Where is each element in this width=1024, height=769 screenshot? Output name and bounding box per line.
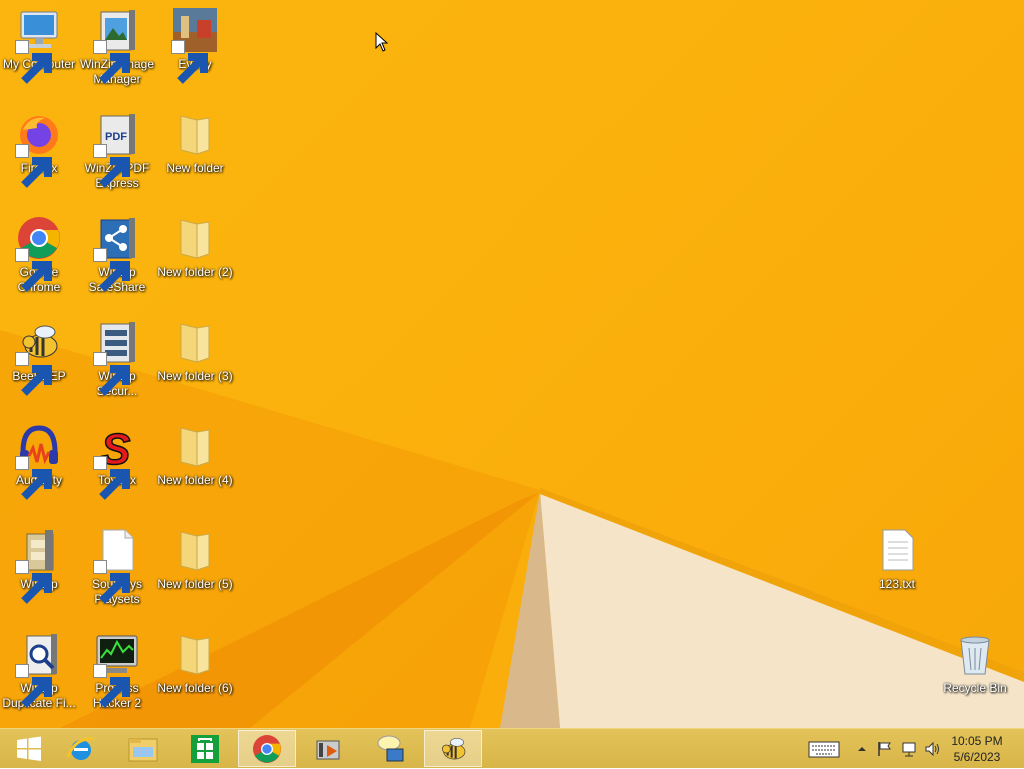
- icon-label: New folder (5): [157, 577, 233, 591]
- evony-icon: [171, 6, 219, 84]
- system-tray: [808, 729, 942, 769]
- chevron-up-icon[interactable]: [854, 741, 870, 757]
- text-file-icon: [873, 526, 921, 574]
- evony-shortcut[interactable]: Evony: [156, 6, 234, 84]
- winzip-shortcut[interactable]: WinZip: [0, 526, 78, 604]
- winzip-pdf-icon: PDF: [93, 110, 141, 188]
- toybox-icon: S: [93, 422, 141, 500]
- recycle-bin-icon: [951, 630, 999, 678]
- recycle-bin[interactable]: Recycle Bin: [936, 630, 1014, 696]
- chrome-button[interactable]: [238, 730, 296, 767]
- chrome-icon: [15, 214, 63, 292]
- google-chrome-shortcut[interactable]: Google Chrome: [0, 214, 78, 295]
- mouse-cursor-icon: [375, 32, 389, 52]
- firefox-icon: [15, 110, 63, 188]
- folder-icon: [171, 422, 219, 470]
- beebeep-button[interactable]: [424, 730, 482, 767]
- winzip-image-manager-shortcut[interactable]: WinZip Image Manager: [78, 6, 156, 87]
- folder-icon: [171, 318, 219, 366]
- icon-label: New folder (2): [157, 265, 233, 279]
- desktop[interactable]: My Computer Firefox Google Chrome BeeBEE…: [0, 0, 1024, 728]
- winzip-icon: [15, 526, 63, 604]
- folder-icon: [171, 526, 219, 574]
- audacity-shortcut[interactable]: Audacity: [0, 422, 78, 500]
- folder-icon: [171, 630, 219, 678]
- icon-label: New folder (6): [157, 681, 233, 695]
- flag-icon[interactable]: [876, 740, 894, 758]
- store-icon: [191, 734, 219, 763]
- new-folder-5[interactable]: New folder (5): [156, 526, 234, 592]
- messenger-icon: [377, 735, 404, 761]
- messenger-button[interactable]: [362, 730, 420, 767]
- winzip-safeshare-icon: [93, 214, 141, 292]
- clock-date: 5/6/2023: [953, 750, 1001, 764]
- toybox-shortcut[interactable]: S Toybox: [78, 422, 156, 500]
- folder-icon: [171, 110, 219, 158]
- process-hacker-shortcut[interactable]: Process Hacker 2: [78, 630, 156, 711]
- beebeep-icon: [442, 737, 466, 759]
- winzip-safeshare-shortcut[interactable]: WinZip SafeShare: [78, 214, 156, 295]
- blank-file-icon: [93, 526, 141, 604]
- svg-text:PDF: PDF: [105, 131, 127, 143]
- audacity-icon: [15, 422, 63, 500]
- winzip-duplicate-shortcut[interactable]: WinZip Duplicate Fi...: [0, 630, 78, 711]
- file-explorer-icon: [128, 738, 158, 761]
- keyboard-icon[interactable]: [808, 739, 840, 759]
- winzip-image-icon: [93, 6, 141, 84]
- winzip-secure-shortcut[interactable]: WinZip Secur...: [78, 318, 156, 399]
- new-folder-3[interactable]: New folder (3): [156, 318, 234, 384]
- computer-icon: [15, 6, 63, 84]
- new-folder[interactable]: New folder: [156, 110, 234, 176]
- folder-icon: [171, 214, 219, 262]
- icon-label: New folder (3): [157, 369, 233, 383]
- icon-label: 123.txt: [878, 577, 916, 591]
- my-computer-shortcut[interactable]: My Computer: [0, 6, 78, 84]
- chrome-icon: [253, 734, 281, 763]
- icon-label: New folder (4): [157, 473, 233, 487]
- winzip-secure-icon: [93, 318, 141, 396]
- start-button[interactable]: [0, 730, 58, 767]
- icon-label: Recycle Bin: [943, 681, 1007, 695]
- media-icon: [316, 740, 340, 759]
- text-file-123[interactable]: 123.txt: [858, 526, 936, 592]
- new-folder-4[interactable]: New folder (4): [156, 422, 234, 488]
- beebeep-shortcut[interactable]: BeeBEEP: [0, 318, 78, 396]
- clock[interactable]: 10:05 PM 5/6/2023: [942, 733, 1012, 765]
- clock-time: 10:05 PM: [951, 734, 1003, 748]
- network-icon[interactable]: [900, 740, 918, 758]
- taskbar: 10:05 PM 5/6/2023: [0, 728, 1024, 768]
- internet-explorer-icon: [66, 736, 95, 760]
- windows-logo-icon: [17, 736, 41, 761]
- file-explorer-button[interactable]: [114, 730, 172, 767]
- volume-icon[interactable]: [924, 740, 942, 758]
- store-button[interactable]: [176, 730, 234, 767]
- new-folder-2[interactable]: New folder (2): [156, 214, 234, 280]
- beebeep-icon: [15, 318, 63, 396]
- internet-explorer-button[interactable]: [52, 730, 110, 767]
- new-folder-6[interactable]: New folder (6): [156, 630, 234, 696]
- process-hacker-icon: [93, 630, 141, 708]
- firefox-shortcut[interactable]: Firefox: [0, 110, 78, 188]
- souptoys-playsets-shortcut[interactable]: Souptoys Playsets: [78, 526, 156, 607]
- winzip-duplicate-icon: [15, 630, 63, 708]
- media-button[interactable]: [300, 730, 358, 767]
- icon-label: New folder: [166, 161, 224, 175]
- winzip-pdf-express-shortcut[interactable]: PDF WinZip PDF Express: [78, 110, 156, 191]
